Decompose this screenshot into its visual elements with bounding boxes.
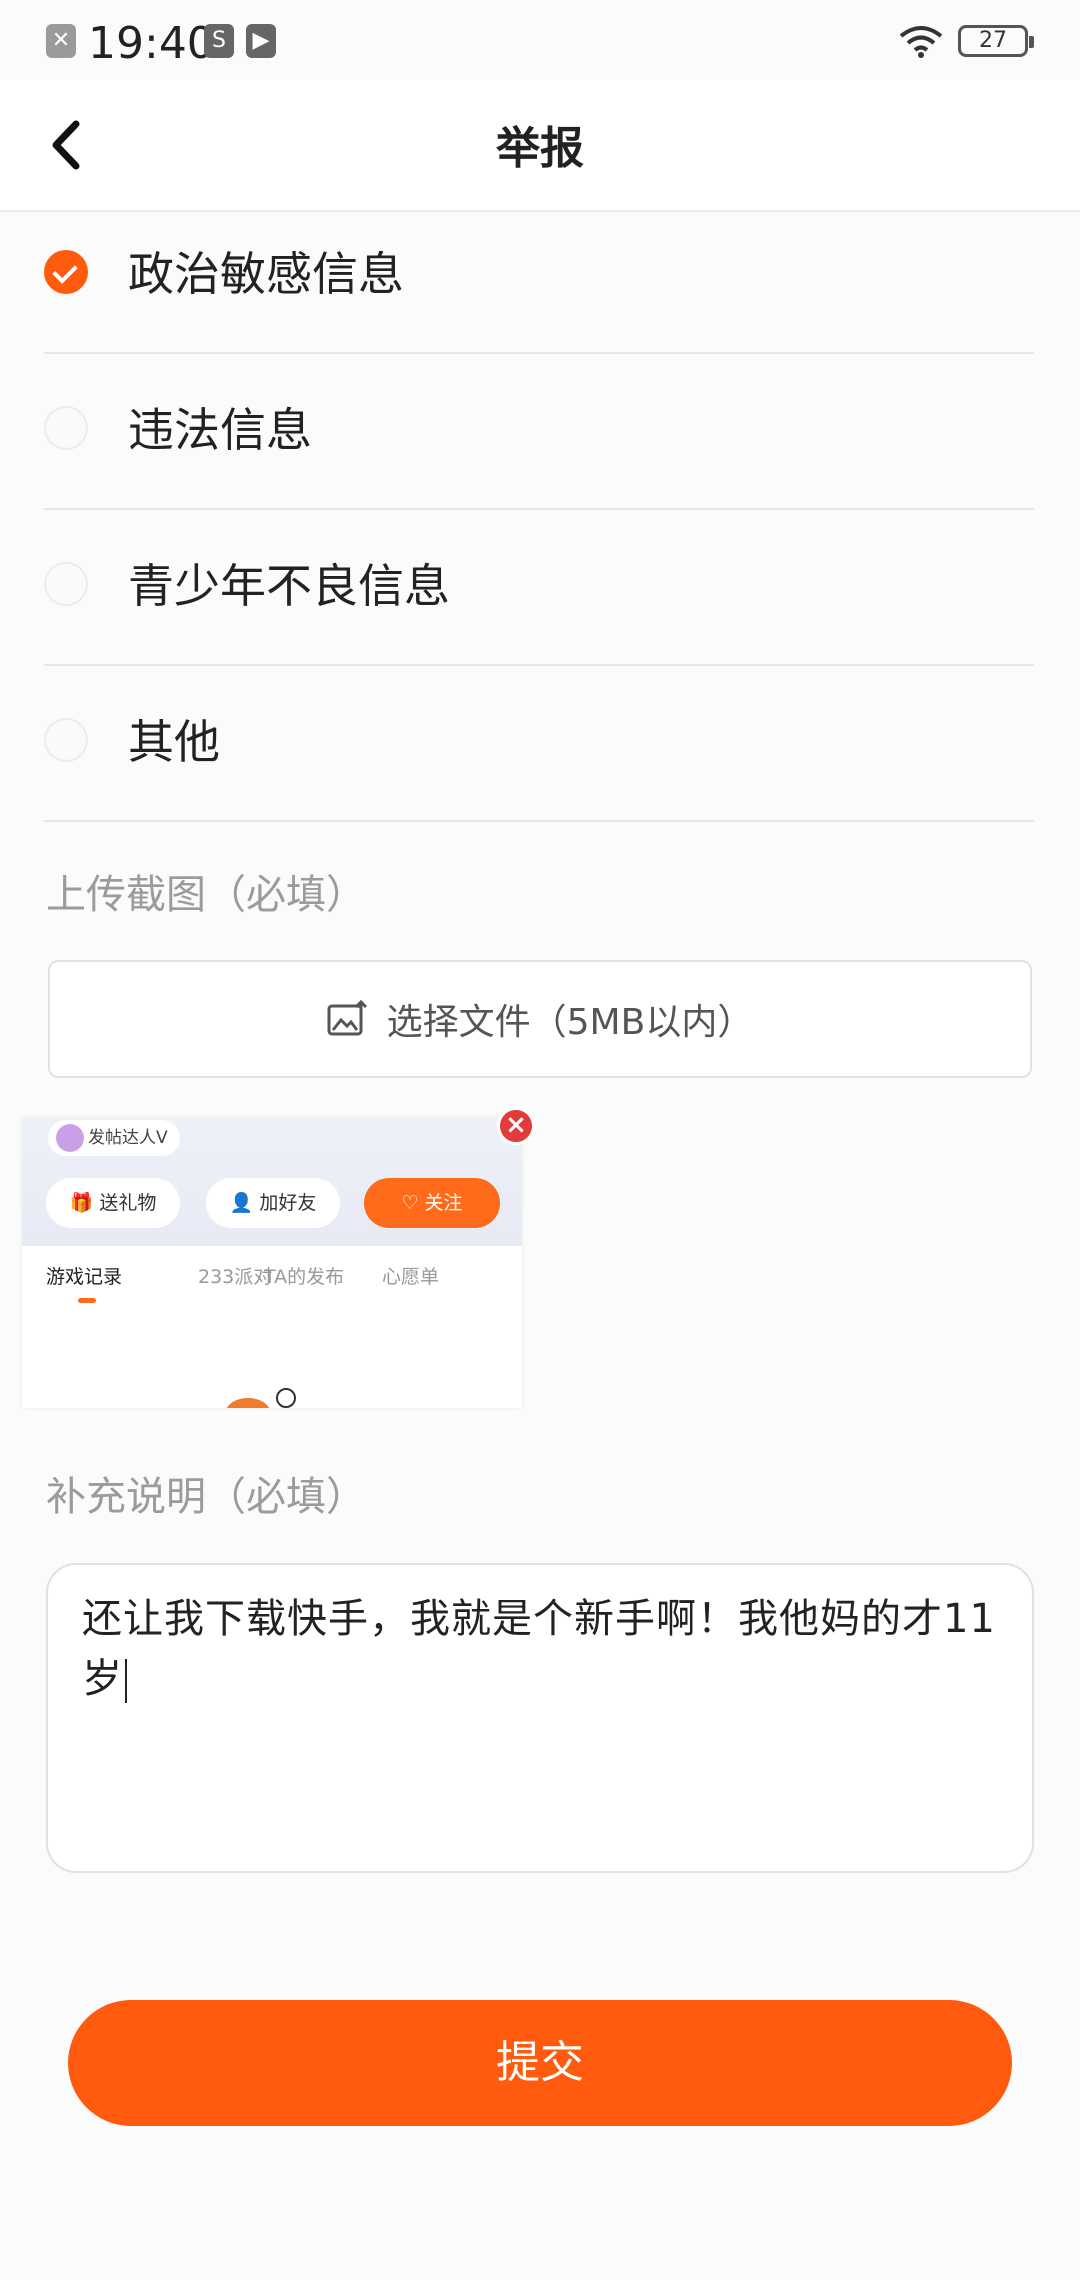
choose-file-label: 选择文件（5MB以内） — [386, 1002, 754, 1043]
submit-button[interactable]: 提交 — [68, 2000, 1012, 2126]
mascot-illustration-icon — [226, 1388, 296, 1408]
thumbnail-badge-label: 发帖达人V — [88, 1128, 168, 1148]
image-upload-icon — [327, 1000, 367, 1036]
thumbnail-tab: 心愿单 — [382, 1266, 440, 1288]
option-label: 违法信息 — [128, 403, 312, 457]
description-textarea[interactable]: 还让我下载快手，我就是个新手啊！我他妈的才11岁 — [46, 1563, 1034, 1873]
radio-icon[interactable] — [44, 406, 88, 450]
thumbnail-add-friend-button: 👤 加好友 — [206, 1178, 340, 1228]
option-label: 政治敏感信息 — [128, 247, 404, 301]
remove-image-button[interactable]: × — [497, 1107, 535, 1145]
option-other[interactable]: 其他 — [44, 664, 1034, 822]
avatar-icon — [56, 1124, 84, 1152]
radio-icon[interactable] — [44, 718, 88, 762]
option-label: 青少年不良信息 — [128, 559, 450, 613]
thumbnail-header: 发帖达人V 🎁 送礼物 👤 加好友 ♡ 关注 — [22, 1118, 522, 1246]
notification-icon: ✕ — [46, 24, 76, 58]
screenshot-icon: S — [204, 24, 234, 58]
option-label: 其他 — [128, 715, 220, 769]
wifi-icon — [899, 26, 943, 58]
radio-icon[interactable] — [44, 562, 88, 606]
thumbnail-gift-label: 送礼物 — [99, 1192, 157, 1214]
battery-indicator: 27 — [958, 25, 1034, 57]
thumbnail-tab: 游戏记录 — [46, 1266, 123, 1288]
option-illegal[interactable]: 违法信息 — [44, 352, 1034, 510]
thumbnail-add-friend-label: 加好友 — [259, 1192, 317, 1214]
option-minors[interactable]: 青少年不良信息 — [44, 508, 1034, 666]
uploaded-screenshot-thumbnail[interactable]: 发帖达人V 🎁 送礼物 👤 加好友 ♡ 关注 游戏记录 233派对 TA的发布 … — [22, 1118, 522, 1408]
choose-file-button[interactable]: 选择文件（5MB以内） — [48, 960, 1032, 1078]
description-text: 还让我下载快手，我就是个新手啊！我他妈的才11岁 — [82, 1596, 996, 1702]
description-label: 补充说明（必填） — [46, 1474, 366, 1520]
thumbnail-tab: 233派对 — [198, 1266, 273, 1288]
thumbnail-tab: TA的发布 — [264, 1266, 345, 1288]
upload-label: 上传截图（必填） — [46, 872, 366, 918]
thumbnail-tab-indicator — [78, 1298, 96, 1303]
thumbnail-badge: 发帖达人V — [48, 1120, 180, 1156]
thumbnail-follow-button: ♡ 关注 — [364, 1178, 500, 1228]
status-time: 19:40 — [88, 18, 215, 69]
thumbnail-tabs: 游戏记录 233派对 TA的发布 心愿单 — [22, 1246, 522, 1408]
text-cursor — [125, 1659, 127, 1703]
option-political[interactable]: 政治敏感信息 — [44, 196, 1034, 354]
thumbnail-gift-button: 🎁 送礼物 — [46, 1178, 180, 1228]
thumbnail-follow-label: 关注 — [424, 1192, 463, 1214]
radio-checked-icon[interactable] — [44, 250, 88, 294]
media-icon: ▶ — [246, 24, 276, 58]
page-title: 举报 — [496, 123, 584, 174]
